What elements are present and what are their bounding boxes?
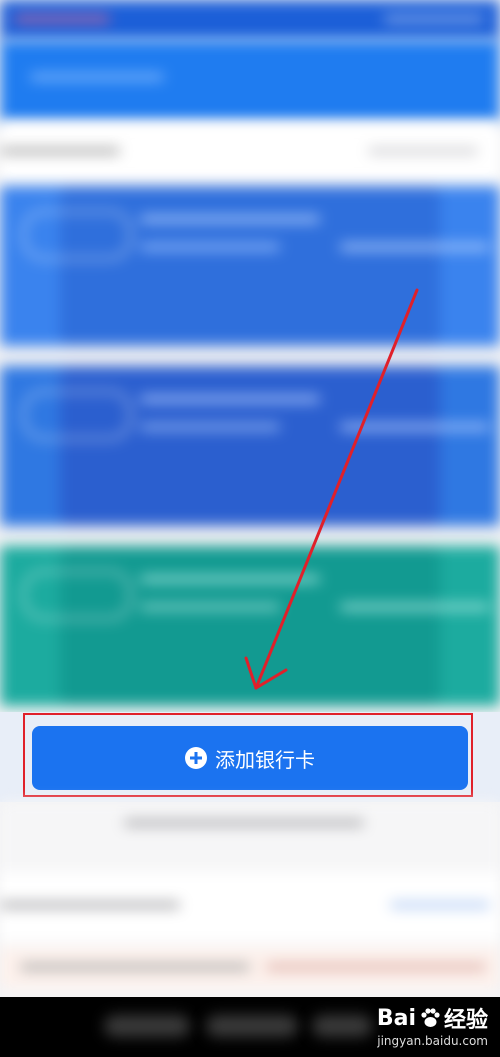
- bank-logo-icon: [22, 390, 132, 440]
- card-number-blur: [340, 244, 490, 250]
- card-type-blur: [140, 604, 280, 610]
- bank-name-blur: [140, 216, 320, 222]
- nav-back-icon[interactable]: [104, 1015, 190, 1037]
- settings-row[interactable]: [0, 872, 500, 942]
- nav-recent-icon[interactable]: [312, 1015, 372, 1037]
- section-action-blur: [368, 148, 478, 154]
- settings-row-label-blur: [0, 902, 180, 908]
- bank-card-3[interactable]: [0, 546, 500, 706]
- baidu-watermark: Bai 经验 jingyan.baidu.com: [376, 1002, 488, 1049]
- status-right-blur: [384, 16, 484, 22]
- header-title-blur: [30, 74, 164, 80]
- card-type-blur: [140, 244, 280, 250]
- highlight-box: [23, 713, 473, 797]
- notice-text-blur: [20, 964, 250, 970]
- status-left-blur: [14, 16, 110, 22]
- bank-name-blur: [140, 576, 320, 582]
- bank-card-1-body: [60, 186, 440, 346]
- card-list-header: [0, 122, 500, 184]
- notice-link-blur: [266, 964, 486, 970]
- watermark-brand: Bai: [376, 1005, 416, 1031]
- bank-card-3-body: [60, 546, 440, 706]
- nav-home-icon[interactable]: [206, 1015, 298, 1037]
- hint-text-blur: [124, 820, 364, 826]
- notice-row: [0, 948, 500, 988]
- watermark-suffix: 经验: [443, 1008, 488, 1033]
- lower-content: [0, 802, 500, 997]
- card-type-blur: [140, 424, 280, 430]
- bank-card-2-body: [60, 366, 440, 526]
- watermark-domain: jingyan.baidu.com: [377, 1034, 488, 1048]
- bank-card-2[interactable]: [0, 366, 500, 526]
- status-bar: [0, 0, 500, 40]
- page-header: [0, 40, 500, 122]
- bank-logo-icon: [22, 570, 132, 620]
- bank-card-1[interactable]: [0, 186, 500, 346]
- settings-row-action-blur: [390, 902, 490, 908]
- section-title-blur: [0, 148, 120, 154]
- card-number-blur: [340, 424, 490, 430]
- bank-name-blur: [140, 396, 320, 402]
- bank-logo-icon: [22, 210, 132, 260]
- card-number-blur: [340, 604, 490, 610]
- paw-icon: [421, 1008, 440, 1027]
